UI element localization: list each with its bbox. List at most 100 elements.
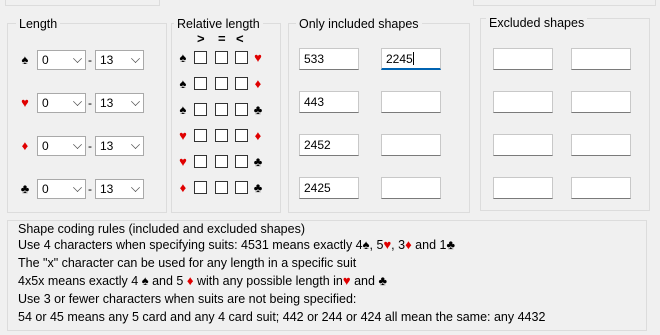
excluded-shape-input[interactable] [493, 134, 553, 156]
relative-checkbox-eq[interactable] [215, 103, 228, 116]
included-shapes-title: Only included shapes [296, 17, 422, 31]
included-shape-input[interactable]: 533 [299, 48, 359, 70]
heart-icon: ♥ [383, 237, 392, 252]
relative-checkbox-eq[interactable] [215, 51, 228, 64]
rules-line-3: 4x5x means exactly 4 ♠ and 5 ♦ with any … [18, 273, 387, 289]
relative-checkbox-eq[interactable] [215, 129, 228, 142]
included-shape-value: 443 [304, 95, 325, 109]
relative-checkbox-lt[interactable] [235, 51, 248, 64]
relative-left-suit-icon: ♠ [179, 50, 187, 65]
included-shape-input[interactable] [381, 91, 441, 113]
top-border-left [5, 0, 160, 6]
relative-right-suit-icon: ♦ [254, 128, 262, 143]
length-separator: - [88, 139, 92, 153]
included-shape-input[interactable]: 2452 [299, 134, 359, 156]
included-shape-input[interactable] [381, 177, 441, 199]
diamond-icon: ♦ [405, 237, 412, 252]
club-icon: ♣ [446, 237, 455, 252]
included-shape-value: 2452 [304, 138, 331, 152]
length-max-combo[interactable]: 13 [95, 50, 144, 70]
chevron-down-icon [73, 97, 82, 106]
length-min-combo[interactable]: 0 [37, 93, 86, 113]
length-min-value: 0 [42, 139, 49, 153]
relative-left-suit-icon: ♦ [179, 180, 187, 195]
length-separator: - [88, 182, 92, 196]
included-shape-value: 2245 [386, 52, 413, 66]
included-shape-input[interactable]: 2425 [299, 177, 359, 199]
excluded-shape-input[interactable] [571, 48, 631, 70]
length-suit-icon: ♠ [21, 52, 29, 67]
chevron-down-icon [131, 54, 140, 63]
relative-right-suit-icon: ♣ [253, 154, 263, 169]
relative-right-suit-icon: ♦ [254, 76, 262, 91]
chevron-down-icon [73, 183, 82, 192]
chevron-down-icon [73, 54, 82, 63]
length-min-combo[interactable]: 0 [37, 179, 86, 199]
relative-right-suit-icon: ♣ [253, 180, 263, 195]
relative-checkbox-lt[interactable] [235, 129, 248, 142]
relative-checkbox-gt[interactable] [194, 129, 207, 142]
length-min-combo[interactable]: 0 [37, 136, 86, 156]
rules-line-2: The "x" character can be used for any le… [18, 256, 357, 270]
spade-icon: ♠ [362, 237, 370, 252]
length-min-value: 0 [42, 96, 49, 110]
length-min-value: 0 [42, 53, 49, 67]
relative-right-suit-icon: ♥ [254, 50, 262, 65]
excluded-shape-input[interactable] [493, 177, 553, 199]
included-shape-input[interactable]: 2245 [381, 48, 441, 70]
chevron-down-icon [131, 183, 140, 192]
length-max-combo[interactable]: 13 [95, 136, 144, 156]
length-suit-icon: ♦ [21, 138, 29, 153]
length-separator: - [88, 53, 92, 67]
length-max-value: 13 [100, 182, 114, 196]
length-min-combo[interactable]: 0 [37, 50, 86, 70]
chevron-down-icon [131, 140, 140, 149]
club-icon: ♣ [378, 273, 387, 288]
relative-checkbox-gt[interactable] [194, 77, 207, 90]
relative-op-label: = [218, 31, 226, 46]
relative-checkbox-lt[interactable] [235, 103, 248, 116]
excluded-shapes-title: Excluded shapes [486, 16, 588, 30]
rules-line-5: 54 or 45 means any 5 card and any 4 card… [18, 310, 546, 324]
relative-checkbox-lt[interactable] [235, 155, 248, 168]
included-shape-value: 2425 [304, 181, 331, 195]
relative-op-label: > [197, 31, 205, 46]
length-min-value: 0 [42, 182, 49, 196]
relative-checkbox-gt[interactable] [194, 51, 207, 64]
length-max-combo[interactable]: 13 [95, 93, 144, 113]
length-max-combo[interactable]: 13 [95, 179, 144, 199]
relative-checkbox-lt[interactable] [235, 181, 248, 194]
relative-left-suit-icon: ♥ [179, 154, 187, 169]
excluded-shape-input[interactable] [571, 91, 631, 113]
excluded-shape-input[interactable] [571, 134, 631, 156]
length-max-value: 13 [100, 139, 114, 153]
chevron-down-icon [131, 97, 140, 106]
rules-line-1: Use 4 characters when specifying suits: … [18, 237, 455, 253]
relative-op-label: < [236, 31, 244, 46]
relative-checkbox-gt[interactable] [194, 155, 207, 168]
relative-checkbox-eq[interactable] [215, 155, 228, 168]
length-title: Length [16, 17, 61, 31]
relative-left-suit-icon: ♥ [179, 128, 187, 143]
relative-checkbox-gt[interactable] [194, 103, 207, 116]
length-max-value: 13 [100, 96, 114, 110]
excluded-shape-input[interactable] [493, 91, 553, 113]
relative-checkbox-lt[interactable] [235, 77, 248, 90]
rules-line-4: Use 3 or fewer characters when suits are… [18, 292, 357, 306]
length-suit-icon: ♥ [21, 95, 29, 110]
relative-right-suit-icon: ♣ [253, 102, 263, 117]
excluded-shape-input[interactable] [571, 177, 631, 199]
relative-checkbox-eq[interactable] [215, 77, 228, 90]
excluded-shape-input[interactable] [493, 48, 553, 70]
chevron-down-icon [73, 140, 82, 149]
relative-checkbox-eq[interactable] [215, 181, 228, 194]
included-shape-input[interactable]: 443 [299, 91, 359, 113]
included-shape-input[interactable] [381, 134, 441, 156]
spade-icon: ♠ [141, 273, 149, 288]
relative-checkbox-gt[interactable] [194, 181, 207, 194]
length-max-value: 13 [100, 53, 114, 67]
relative-left-suit-icon: ♠ [179, 102, 187, 117]
included-shape-value: 533 [304, 52, 325, 66]
text-caret [412, 52, 414, 65]
length-suit-icon: ♣ [20, 181, 30, 196]
